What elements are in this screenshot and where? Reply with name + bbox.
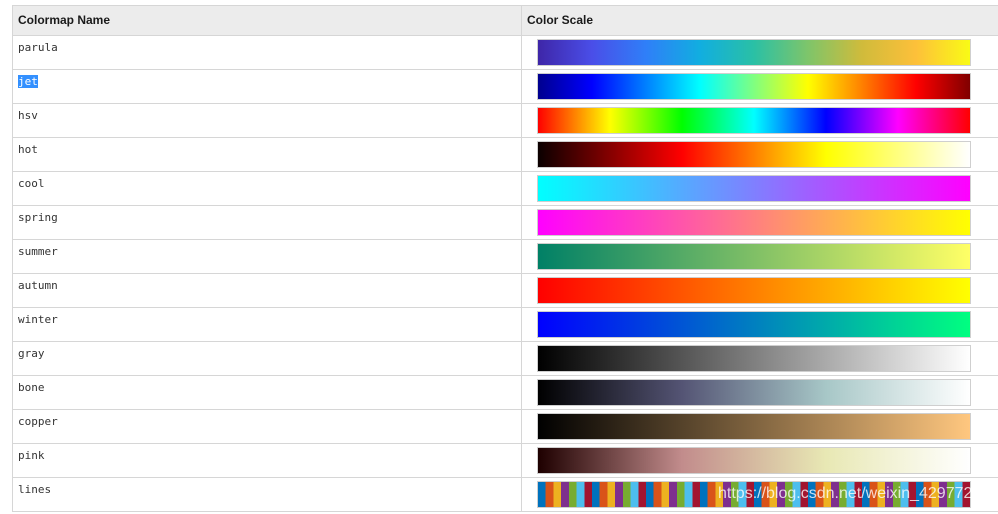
table-row: summer bbox=[13, 240, 998, 274]
colormap-name[interactable]: autumn bbox=[18, 279, 58, 292]
colormap-name-cell: copper bbox=[13, 410, 522, 443]
table-body: parula jet hsv hot cool spring summer autumn win… bbox=[13, 36, 998, 512]
colormap-name[interactable]: spring bbox=[18, 211, 58, 224]
column-header-scale: Color Scale bbox=[527, 13, 594, 27]
table-row: pink bbox=[13, 444, 998, 478]
table-row: lines bbox=[13, 478, 998, 512]
color-scale-cell bbox=[522, 104, 998, 137]
colormap-name[interactable]: winter bbox=[18, 313, 58, 326]
table-row: spring bbox=[13, 206, 998, 240]
colormap-name[interactable]: hot bbox=[18, 143, 38, 156]
colormap-name-cell: hsv bbox=[13, 104, 522, 137]
colormap-name-cell: lines bbox=[13, 478, 522, 511]
color-scale-cell bbox=[522, 410, 998, 443]
color-scale-cell bbox=[522, 376, 998, 409]
color-scale-cell bbox=[522, 478, 998, 511]
color-scale-cell bbox=[522, 172, 998, 205]
colormap-name[interactable]: lines bbox=[18, 483, 51, 496]
color-scale-cell bbox=[522, 240, 998, 273]
colormap-name-cell: winter bbox=[13, 308, 522, 341]
color-scale-cell bbox=[522, 70, 998, 103]
color-scale-cell bbox=[522, 308, 998, 341]
color-scale-bar bbox=[537, 379, 971, 406]
color-scale-bar bbox=[537, 107, 971, 134]
colormap-name[interactable]: pink bbox=[18, 449, 45, 462]
colormap-name[interactable]: parula bbox=[18, 41, 58, 54]
color-scale-cell bbox=[522, 274, 998, 307]
color-scale-bar bbox=[537, 481, 971, 508]
colormap-name-cell: summer bbox=[13, 240, 522, 273]
colormap-name-cell: autumn bbox=[13, 274, 522, 307]
table-row: bone bbox=[13, 376, 998, 410]
table-row: winter bbox=[13, 308, 998, 342]
colormap-name[interactable]: summer bbox=[18, 245, 58, 258]
color-scale-bar bbox=[537, 277, 971, 304]
color-scale-cell bbox=[522, 444, 998, 477]
table-row: cool bbox=[13, 172, 998, 206]
colormap-name-cell: hot bbox=[13, 138, 522, 171]
colormap-name[interactable]: jet bbox=[18, 75, 38, 88]
table-row: hot bbox=[13, 138, 998, 172]
table-header-row: Colormap Name Color Scale bbox=[13, 6, 998, 36]
color-scale-cell bbox=[522, 138, 998, 171]
color-scale-cell bbox=[522, 342, 998, 375]
table-row: copper bbox=[13, 410, 998, 444]
colormap-name[interactable]: cool bbox=[18, 177, 45, 190]
color-scale-bar bbox=[537, 311, 971, 338]
colormap-name-cell: pink bbox=[13, 444, 522, 477]
table-row: autumn bbox=[13, 274, 998, 308]
color-scale-bar bbox=[537, 209, 971, 236]
colormap-table: Colormap Name Color Scale parula jet hsv ho… bbox=[12, 5, 998, 512]
color-scale-bar bbox=[537, 447, 971, 474]
colormap-name-cell: jet bbox=[13, 70, 522, 103]
color-scale-bar bbox=[537, 243, 971, 270]
color-scale-bar bbox=[537, 345, 971, 372]
color-scale-cell bbox=[522, 36, 998, 69]
colormap-name-cell: gray bbox=[13, 342, 522, 375]
color-scale-bar bbox=[537, 73, 971, 100]
color-scale-cell bbox=[522, 206, 998, 239]
colormap-name[interactable]: copper bbox=[18, 415, 58, 428]
colormap-name-cell: spring bbox=[13, 206, 522, 239]
colormap-name-cell: cool bbox=[13, 172, 522, 205]
colormap-name-cell: bone bbox=[13, 376, 522, 409]
colormap-name[interactable]: gray bbox=[18, 347, 45, 360]
colormap-name-cell: parula bbox=[13, 36, 522, 69]
color-scale-bar bbox=[537, 39, 971, 66]
table-row: hsv bbox=[13, 104, 998, 138]
table-row: jet bbox=[13, 70, 998, 104]
color-scale-bar bbox=[537, 413, 971, 440]
table-row: parula bbox=[13, 36, 998, 70]
color-scale-bar bbox=[537, 175, 971, 202]
table-row: gray bbox=[13, 342, 998, 376]
color-scale-bar bbox=[537, 141, 971, 168]
column-header-name: Colormap Name bbox=[13, 6, 522, 35]
colormap-name[interactable]: bone bbox=[18, 381, 45, 394]
colormap-name[interactable]: hsv bbox=[18, 109, 38, 122]
